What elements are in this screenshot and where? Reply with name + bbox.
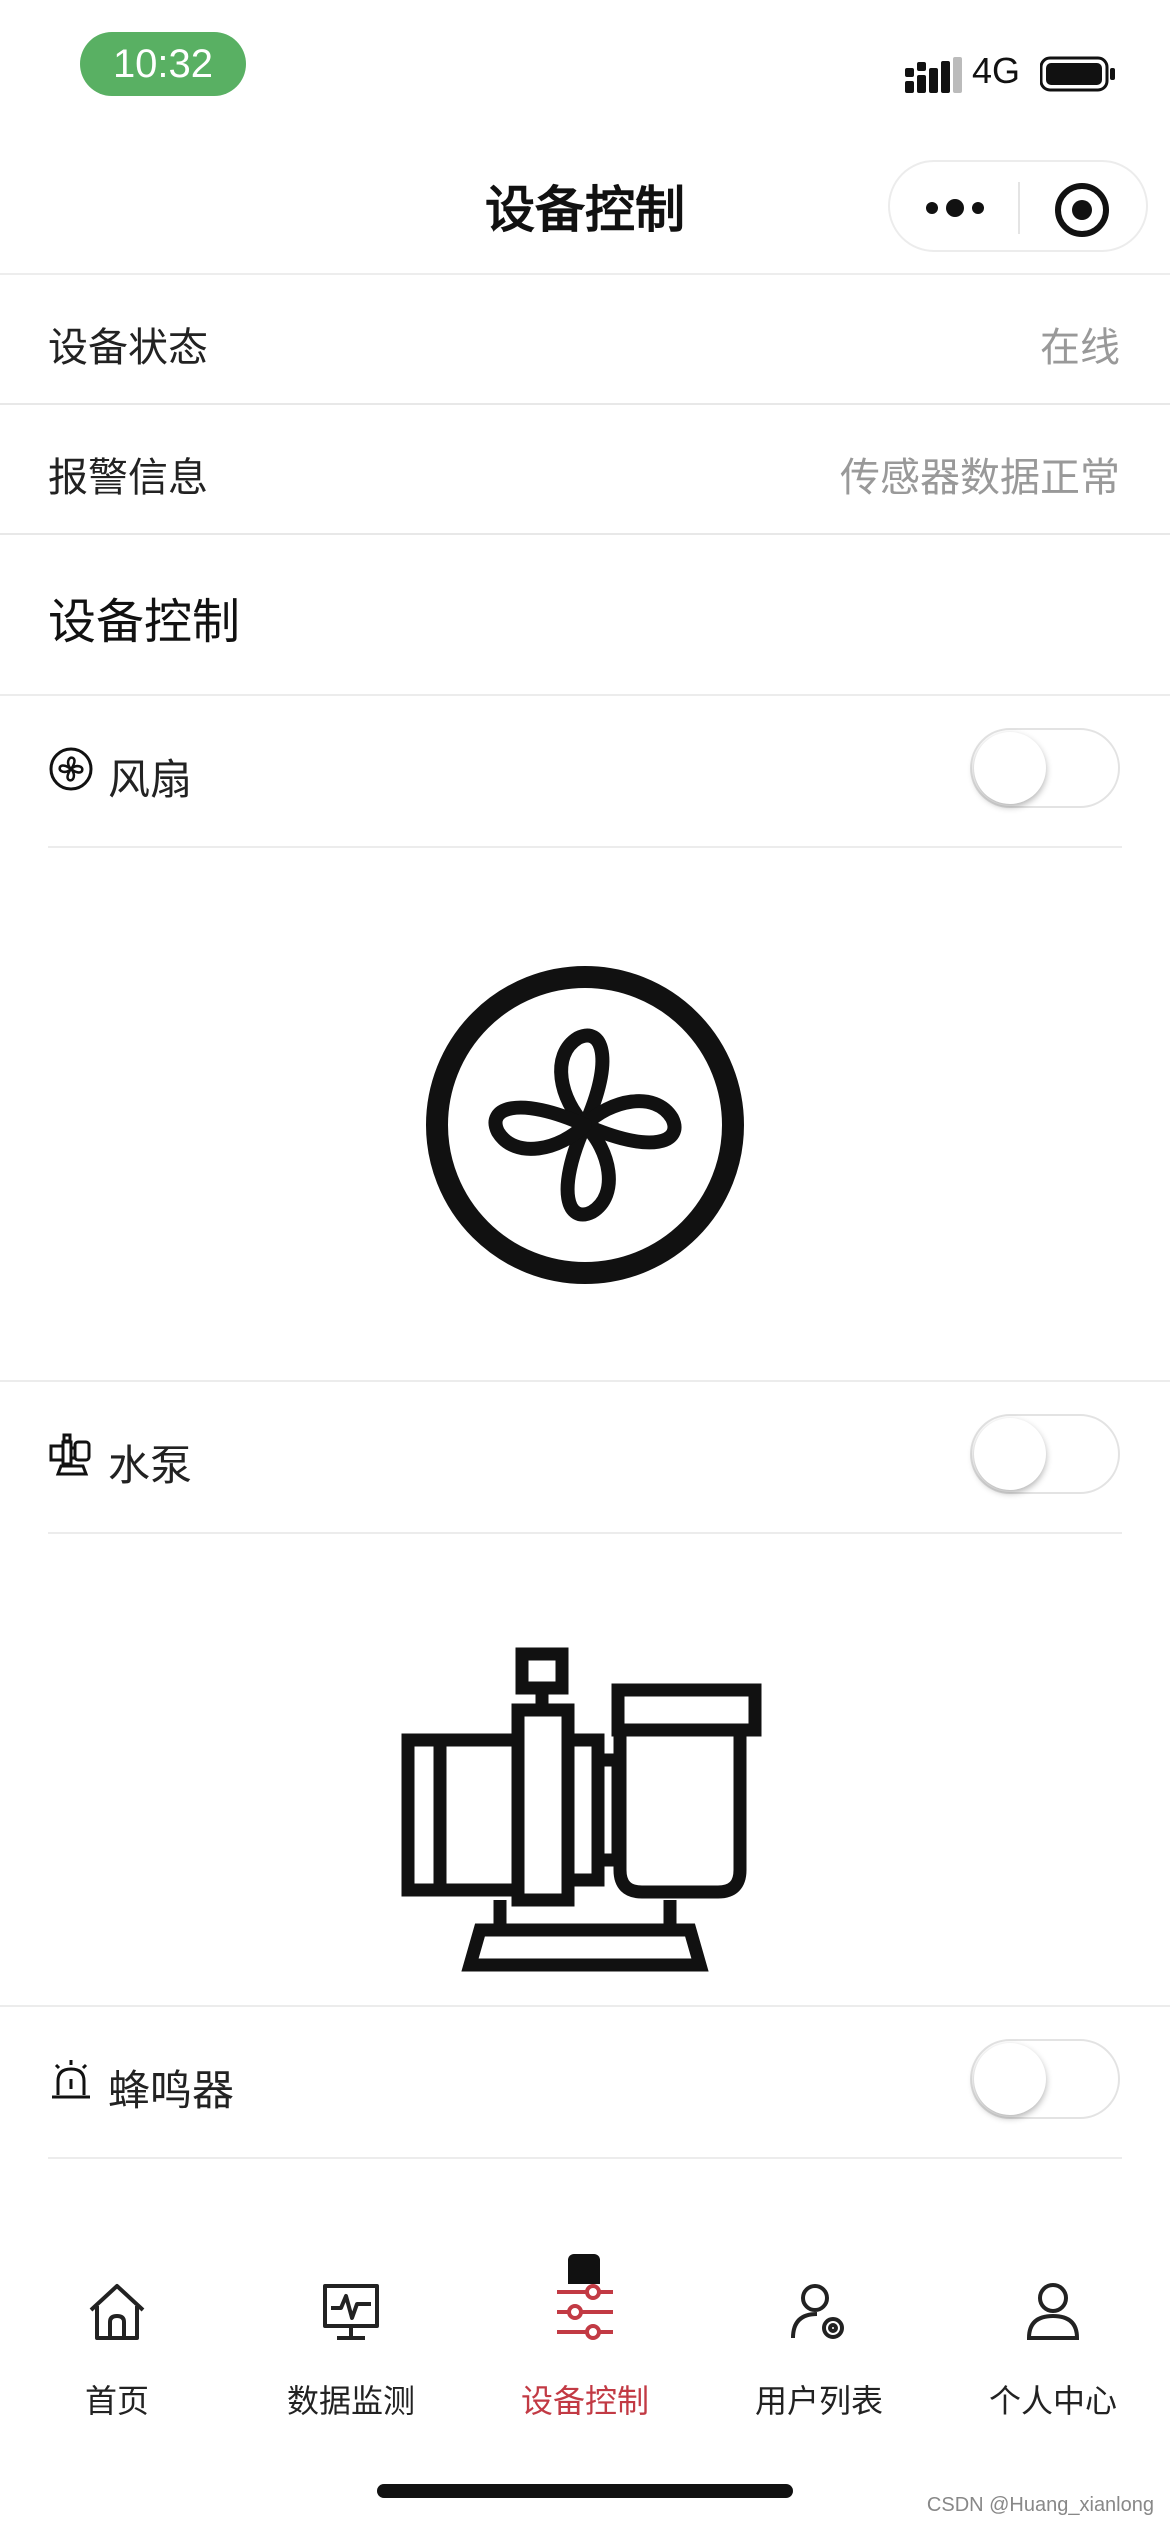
tab-home[interactable]: 首页 [0, 2230, 234, 2420]
switch-knob [974, 732, 1046, 804]
buzzer-label: 蜂鸣器 [108, 2066, 235, 2115]
tab-data-monitor-label: 数据监测 [286, 2382, 415, 2420]
signal-strength-icon [905, 57, 962, 93]
user-gear-icon [791, 2284, 844, 2339]
switch-knob [974, 2043, 1046, 2115]
network-type: 4G [972, 50, 1021, 91]
user-icon [1026, 2283, 1080, 2340]
monitor-pulse-icon [323, 2284, 379, 2340]
navigation-bar: 设备控制 [0, 140, 1170, 275]
divider [48, 846, 1122, 848]
tab-user-list[interactable]: 用户列表 [702, 2230, 936, 2420]
pump-control-row: 水泵 [0, 1382, 1170, 1534]
mini-program-capsule [888, 160, 1148, 252]
status-bar: 10:32 4G [0, 0, 1170, 130]
device-status-value: 在线 [1040, 325, 1120, 371]
device-status-label: 设备状态 [48, 325, 208, 371]
home-icon [89, 2284, 145, 2340]
tab-profile[interactable]: 个人中心 [936, 2230, 1170, 2420]
control-section-title: 设备控制 [48, 594, 241, 650]
pump-label: 水泵 [108, 1441, 193, 1490]
battery-icon [1040, 56, 1115, 92]
target-circle-icon[interactable] [1054, 182, 1110, 238]
tab-device-control-label: 设备控制 [520, 2382, 649, 2420]
divider [48, 2157, 1122, 2159]
pump-switch[interactable] [970, 1414, 1120, 1494]
fan-image [426, 966, 744, 1284]
alarm-buzzer-icon [52, 2060, 90, 2099]
switch-knob [974, 1418, 1046, 1490]
capsule-divider [1018, 182, 1020, 234]
more-dots-icon[interactable] [920, 188, 990, 228]
home-indicator [377, 2484, 793, 2498]
alarm-info-label: 报警信息 [48, 455, 208, 501]
watermark: CSDN @Huang_xianlong [926, 2494, 1154, 2516]
alarm-info-value: 传感器数据正常 [840, 455, 1120, 501]
tab-profile-label: 个人中心 [988, 2382, 1117, 2420]
fan-switch[interactable] [970, 728, 1120, 808]
fan-icon [49, 747, 93, 791]
fan-control-row: 风扇 [0, 696, 1170, 848]
tab-user-list-label: 用户列表 [754, 2382, 883, 2420]
bottom-tab-bar: 首页 数据监测 设备控制 用户列表 个人中心 [0, 2230, 1170, 2420]
water-pump-icon [49, 1433, 91, 1476]
buzzer-switch[interactable] [970, 2039, 1120, 2119]
divider [48, 1532, 1122, 1534]
tab-data-monitor[interactable]: 数据监测 [234, 2230, 468, 2420]
device-status-row: 设备状态 在线 [0, 275, 1170, 405]
tab-home-label: 首页 [84, 2382, 149, 2420]
sliders-icon [557, 2284, 613, 2340]
tab-device-control[interactable]: 设备控制 [468, 2230, 702, 2420]
water-pump-image [401, 1647, 762, 1972]
fan-label: 风扇 [108, 755, 193, 804]
alarm-info-row: 报警信息 传感器数据正常 [0, 405, 1170, 535]
buzzer-control-row: 蜂鸣器 [0, 2007, 1170, 2159]
status-time: 10:32 [80, 32, 246, 96]
